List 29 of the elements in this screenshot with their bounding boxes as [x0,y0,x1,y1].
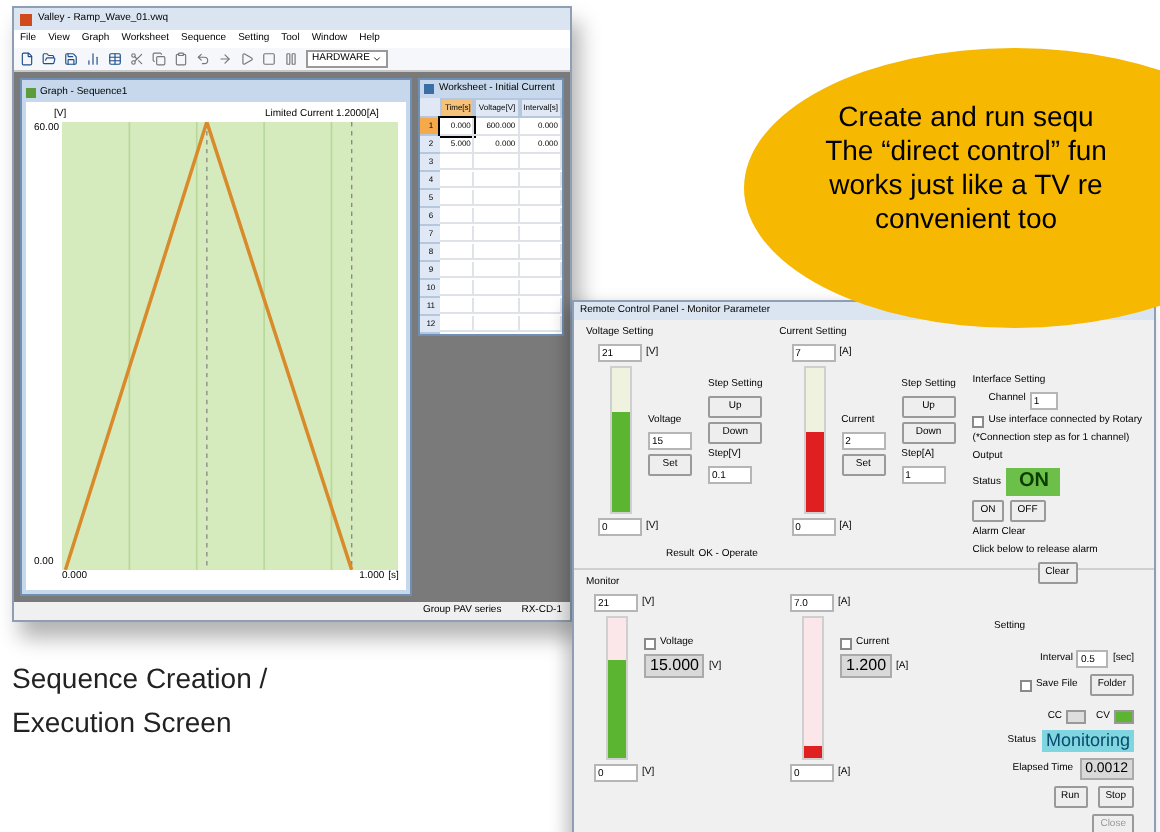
caret-icon [371,54,382,64]
callout-text: works just like a TV re [829,168,1103,202]
checkbox[interactable] [840,637,852,649]
output-status-indicator: ON [1006,468,1061,496]
toolbar-icon[interactable] [20,52,34,66]
toolbar-icon[interactable] [108,52,122,66]
toolbar-icon[interactable] [130,52,144,66]
reading-display: 1.200 [840,654,893,678]
toolbar-icon[interactable] [218,52,232,66]
table-corner-header [420,98,441,118]
toolbar-icon[interactable] [174,52,188,66]
monitor-status-display: Monitoring [1041,730,1134,752]
toolbar-icon[interactable] [152,52,166,66]
callout-text: Create and run sequ [838,100,1094,134]
reading-display: 15.000 [644,654,705,678]
checkbox[interactable] [972,415,985,427]
toolbar-icon[interactable] [64,52,78,66]
toolbar-icon[interactable] [196,52,210,66]
toolbar-icon[interactable] [42,52,56,66]
callout-text: The “direct control” fun [825,134,1107,168]
caption-text: Sequence Creation / [12,660,268,698]
graph-icon [26,88,36,98]
caption-text: Execution Screen [12,704,234,742]
table-icon [424,84,435,94]
callout-text: convenient too [874,202,1058,236]
app-icon [20,13,32,25]
checkbox[interactable] [1019,679,1032,691]
toolbar-icon[interactable] [86,52,100,66]
checkbox[interactable] [644,637,656,649]
